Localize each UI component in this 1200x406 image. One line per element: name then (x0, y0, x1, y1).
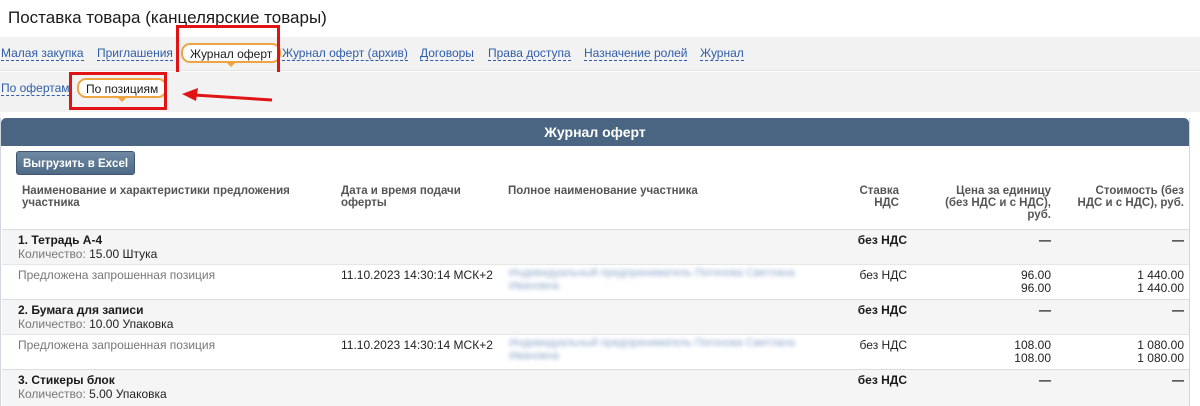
subnav-link-by-offers[interactable]: По офертам (1, 82, 70, 96)
column-header-vat: Ставка НДС (859, 185, 899, 209)
red-arrow-icon (182, 88, 273, 102)
position-title: 1. Тетрадь А-4 (18, 233, 103, 247)
nav-link-small-purchase[interactable]: Малая закупка (1, 47, 84, 61)
column-header-participant: Полное наименование участника (508, 185, 698, 197)
nav-link-role-assignment[interactable]: Назначение ролей (584, 47, 688, 61)
offer-cost-with-vat: 1 080.00 (1137, 351, 1184, 365)
offer-participant: Индивидуальный предприниматель Погонова … (509, 267, 795, 292)
offer-price-with-vat: 108.00 (1014, 351, 1051, 365)
nav-link-log[interactable]: Журнал (700, 47, 744, 61)
nav-link-access-rights[interactable]: Права доступа (488, 47, 571, 61)
offer-date: 11.10.2023 14:30:14 МСК+2 (341, 338, 493, 352)
highlight-box-subnav (69, 72, 167, 110)
panel-title: Журнал оферт (1, 118, 1189, 146)
offer-vat: без НДС (859, 268, 907, 282)
position-vat: без НДС (857, 233, 907, 247)
offer-vat: без НДС (859, 338, 907, 352)
position-vat: без НДС (857, 303, 907, 317)
nav-link-contracts[interactable]: Договоры (420, 47, 474, 61)
position-cost: — (1172, 373, 1184, 387)
offer-description: Предложена запрошенная позиция (18, 338, 216, 352)
position-price: — (1039, 303, 1051, 317)
position-quantity: Количество: 10.00 Упаковка (18, 317, 174, 331)
offer-description: Предложена запрошенная позиция (18, 268, 216, 282)
offers-panel: Журнал оферт Выгрузить в Excel Наименова… (0, 118, 1190, 406)
offer-participant: Индивидуальный предприниматель Погонова … (509, 337, 795, 362)
position-price: — (1039, 373, 1051, 387)
position-title: 3. Стикеры блок (18, 373, 115, 387)
position-quantity: Количество: 5.00 Упаковка (18, 387, 167, 401)
column-header-date: Дата и время подачи оферты (341, 185, 461, 209)
position-vat: без НДС (857, 373, 907, 387)
position-cost: — (1172, 303, 1184, 317)
column-header-price: Цена за единицу (без НДС и с НДС), руб. (945, 185, 1051, 221)
offer-cost-with-vat: 1 440.00 (1137, 281, 1184, 295)
column-header-name: Наименование и характеристики предложени… (22, 185, 290, 209)
position-title: 2. Бумага для записи (18, 303, 144, 317)
column-header-cost: Стоимость (без НДС и с НДС), руб. (1077, 185, 1184, 209)
position-quantity: Количество: 15.00 Штука (18, 247, 158, 261)
highlight-box-nav (176, 25, 280, 77)
offer-price-with-vat: 96.00 (1020, 281, 1051, 295)
export-excel-button[interactable]: Выгрузить в Excel (16, 151, 136, 175)
offer-date: 11.10.2023 14:30:14 МСК+2 (341, 268, 493, 282)
position-cost: — (1172, 233, 1184, 247)
nav-link-offers-archive[interactable]: Журнал оферт (архив) (282, 47, 408, 61)
nav-link-invitations[interactable]: Приглашения (97, 47, 173, 61)
position-price: — (1039, 233, 1051, 247)
